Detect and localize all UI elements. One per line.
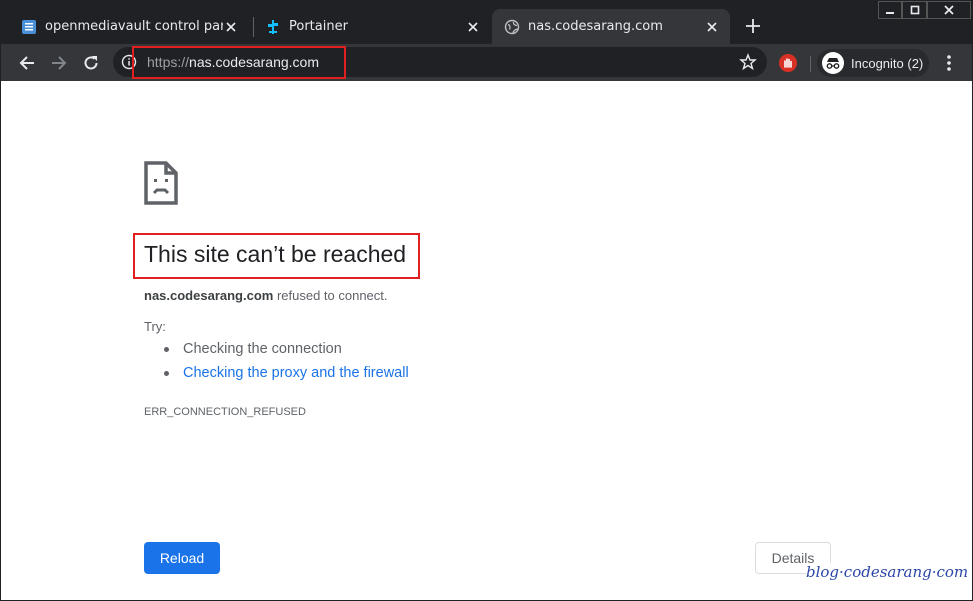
forward-button[interactable] (46, 50, 72, 76)
portainer-icon (265, 19, 281, 35)
close-icon[interactable] (465, 19, 481, 35)
more-vert-icon (947, 55, 951, 71)
url-annotation-box (132, 46, 346, 79)
minimize-button[interactable] (878, 1, 902, 19)
tab-strip: openmediavault control panel - h Portain… (1, 1, 972, 44)
bullet (164, 370, 169, 376)
plus-icon (746, 18, 760, 37)
back-button[interactable] (14, 50, 40, 76)
reload-button[interactable]: Reload (144, 542, 220, 574)
error-code: ERR_CONNECTION_REFUSED (144, 406, 306, 418)
tab-title: nas.codesarang.com (528, 19, 663, 34)
toolbar-separator (810, 56, 811, 72)
watermark: blog·codesarang·com (806, 563, 969, 581)
arrow-right-icon (52, 56, 67, 70)
suggestion-item: Checking the connection (164, 341, 342, 357)
heading-annotation-box (133, 233, 420, 279)
bullet (164, 346, 169, 352)
reload-toolbar-button[interactable] (78, 50, 104, 76)
star-icon[interactable] (739, 53, 757, 71)
incognito-label: Incognito (2) (851, 55, 924, 71)
incognito-icon (822, 52, 844, 74)
suggestion-link[interactable]: Checking the proxy and the firewall (183, 365, 409, 381)
close-icon[interactable] (223, 19, 239, 35)
incognito-button[interactable]: Incognito (2) (817, 49, 929, 77)
omv-icon (21, 19, 37, 35)
new-tab-button[interactable] (742, 16, 764, 38)
error-message-text: refused to connect. (273, 288, 388, 303)
arrow-left-icon (19, 56, 34, 70)
sad-page-icon (144, 161, 178, 205)
more-menu-button[interactable] (939, 53, 959, 73)
tab-title: openmediavault control panel - h (45, 19, 223, 34)
refresh-icon (84, 56, 98, 70)
try-label: Try: (144, 319, 166, 334)
extension-hand-icon[interactable] (778, 53, 798, 73)
globe-icon (504, 19, 520, 35)
suggestion-item: Checking the proxy and the firewall (164, 365, 409, 381)
suggestion-text: Checking the connection (183, 341, 342, 357)
tab-portainer[interactable]: Portainer (253, 9, 491, 44)
tab-nas[interactable]: nas.codesarang.com (492, 9, 730, 44)
error-host: nas.codesarang.com (144, 288, 274, 303)
browser-window: openmediavault control panel - h Portain… (0, 0, 973, 601)
tab-openmediavault[interactable]: openmediavault control panel - h (9, 9, 249, 44)
maximize-button[interactable] (902, 1, 927, 19)
error-page: This site can’t be reached nas.codesaran… (1, 81, 972, 600)
error-message: nas.codesarang.com refused to connect. (144, 288, 388, 303)
close-icon[interactable] (704, 19, 720, 35)
window-close-button[interactable] (927, 1, 971, 19)
tab-title: Portainer (289, 19, 348, 34)
